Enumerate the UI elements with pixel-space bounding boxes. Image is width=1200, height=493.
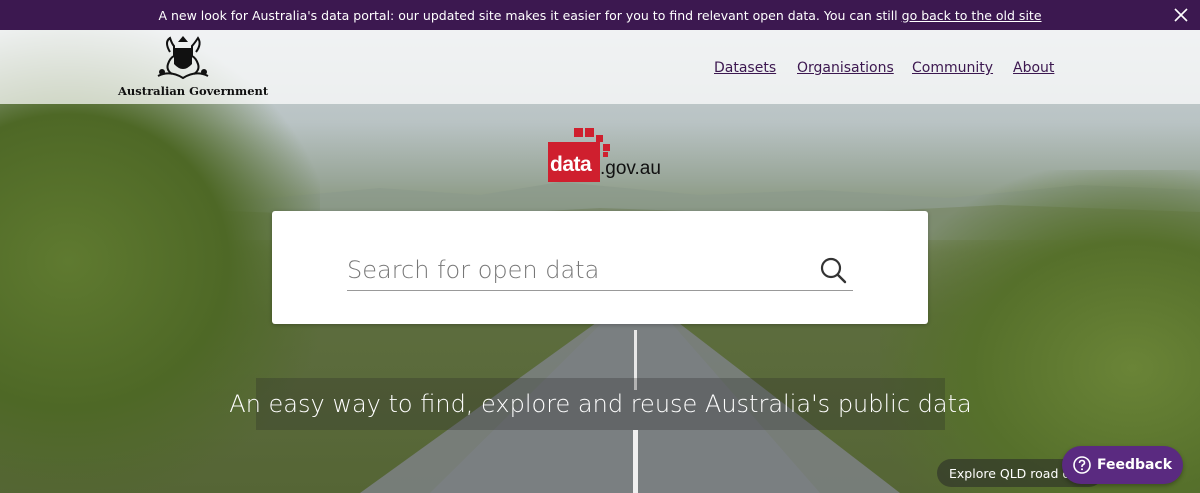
close-icon[interactable]: [1172, 6, 1190, 24]
search-underline: [347, 290, 853, 291]
logo-square: [603, 152, 608, 157]
nav-organisations[interactable]: Organisations: [797, 60, 894, 76]
feedback-label: Feedback: [1096, 457, 1173, 473]
question-icon: [1073, 456, 1091, 474]
feedback-button[interactable]: Feedback: [1062, 446, 1183, 484]
australian-government-logo[interactable]: Australian Government: [118, 34, 269, 102]
tagline-box: An easy way to find, explore and reuse A…: [229, 378, 972, 430]
coat-of-arms-icon: [157, 36, 209, 80]
logo-square: [574, 128, 583, 137]
banner-text: A new look for Australia's data portal: …: [158, 7, 898, 23]
logo-square: [596, 135, 603, 142]
data-gov-au-logo[interactable]: data .gov.au: [548, 128, 661, 184]
logo-square: [603, 144, 610, 151]
search-input[interactable]: [347, 251, 817, 289]
notice-banner: A new look for Australia's data portal: …: [0, 0, 1200, 30]
old-site-link[interactable]: go back to the old site: [902, 8, 1042, 23]
search-icon[interactable]: [820, 257, 848, 285]
nav-community[interactable]: Community: [912, 60, 993, 76]
nav-datasets[interactable]: Datasets: [714, 60, 776, 76]
logo-data-word: data: [550, 153, 592, 176]
logo-square: [585, 128, 594, 137]
government-name: Australian Government: [118, 84, 269, 98]
search-card: [272, 211, 928, 324]
nav-about[interactable]: About: [1013, 60, 1054, 76]
tagline-text: An easy way to find, explore and reuse A…: [229, 390, 972, 418]
logo-domain: .gov.au: [600, 158, 661, 179]
